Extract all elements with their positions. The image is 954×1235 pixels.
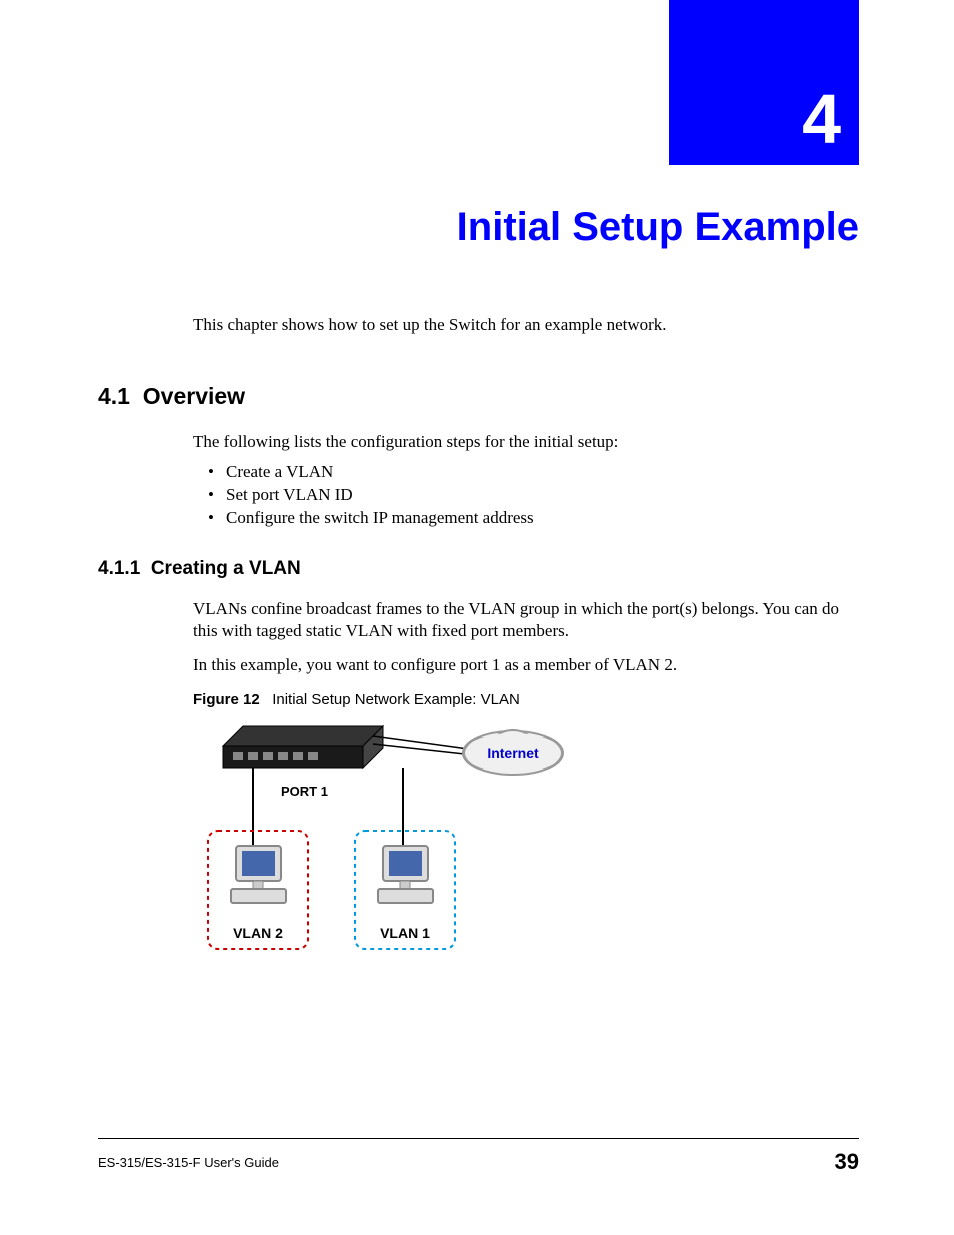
page-footer: ES-315/ES-315-F User's Guide 39 xyxy=(98,1138,859,1175)
port1-label: PORT 1 xyxy=(281,784,328,799)
switch-icon xyxy=(223,726,383,768)
subsection-para: VLANs confine broadcast frames to the VL… xyxy=(193,598,859,642)
subsection-para: In this example, you want to configure p… xyxy=(193,654,859,676)
subsection-heading: 4.1.1 Creating a VLAN xyxy=(98,558,859,580)
figure-caption: Figure 12 Initial Setup Network Example:… xyxy=(193,691,859,708)
internet-cloud-icon: Internet xyxy=(463,730,563,775)
page-content: This chapter shows how to set up the Swi… xyxy=(98,315,859,961)
figure-label: Figure 12 xyxy=(193,691,260,708)
computer-icon xyxy=(231,846,286,903)
subsection-title: Creating a VLAN xyxy=(151,558,301,579)
chapter-intro: This chapter shows how to set up the Swi… xyxy=(193,315,859,335)
vlan2-label: VLAN 2 xyxy=(233,925,283,941)
section-title: Overview xyxy=(143,383,245,409)
list-item: Create a VLAN xyxy=(208,462,859,482)
network-diagram: Internet PORT 1 xyxy=(203,716,583,961)
chapter-number-box: 4 xyxy=(669,0,859,165)
section-number: 4.1 xyxy=(98,383,130,409)
computer-icon xyxy=(378,846,433,903)
chapter-title: Initial Setup Example xyxy=(457,205,859,250)
page-number: 39 xyxy=(835,1149,859,1175)
footer-guide: ES-315/ES-315-F User's Guide xyxy=(98,1155,279,1170)
subsection-number: 4.1.1 xyxy=(98,558,140,579)
vlan1-label: VLAN 1 xyxy=(380,925,430,941)
list-item: Set port VLAN ID xyxy=(208,485,859,505)
internet-label: Internet xyxy=(487,745,539,761)
section-text: The following lists the configuration st… xyxy=(193,432,859,452)
bullet-list: Create a VLAN Set port VLAN ID Configure… xyxy=(208,462,859,528)
figure-caption-text: Initial Setup Network Example: VLAN xyxy=(272,691,520,708)
section-heading: 4.1 Overview xyxy=(98,383,859,410)
chapter-number: 4 xyxy=(802,79,841,159)
list-item: Configure the switch IP management addre… xyxy=(208,508,859,528)
